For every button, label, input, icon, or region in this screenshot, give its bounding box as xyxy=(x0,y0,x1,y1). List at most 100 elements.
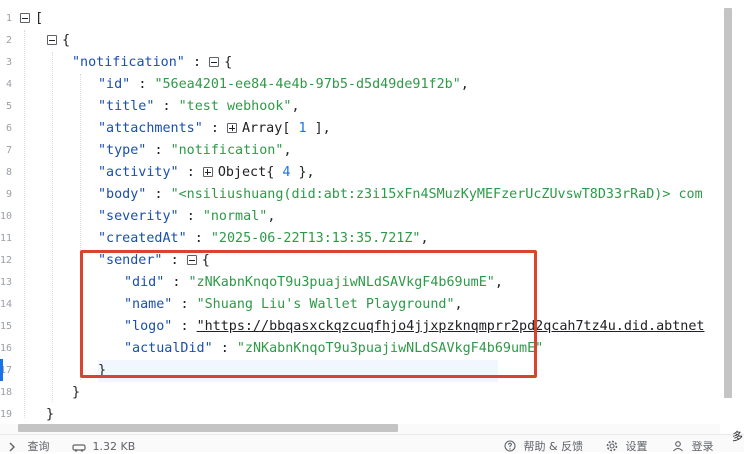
car-icon xyxy=(72,444,86,452)
comma: , xyxy=(306,165,315,180)
colon: : xyxy=(210,121,219,136)
json-key-attachments: "attachments" xyxy=(98,121,203,136)
status-bar: 查询 1.32 KB 帮助 & 反馈 设置 登录 xyxy=(0,434,744,453)
comma: , xyxy=(460,77,469,92)
line-number: 12 xyxy=(0,255,13,266)
json-key-notification: "notification" xyxy=(72,55,185,70)
json-editor[interactable]: 1 2 3 4 5 6 7 8 9 10 11 12 13 14 15 16 1… xyxy=(0,0,720,424)
colon: : xyxy=(154,143,163,158)
line-number: 13 xyxy=(0,277,13,288)
horizontal-scroll-thumb[interactable] xyxy=(18,424,398,432)
array-label: Array xyxy=(242,121,283,136)
line-number: 10 xyxy=(0,211,13,222)
collapse-toggle-icon[interactable] xyxy=(20,13,30,23)
active-line-indicator xyxy=(0,359,3,381)
line-number: 2 xyxy=(5,35,12,46)
code-line: "createdAt" : "2025-06-22T13:13:35.721Z"… xyxy=(98,228,429,250)
line-number: 9 xyxy=(5,189,12,200)
gear-icon xyxy=(606,440,618,452)
line-number: 4 xyxy=(5,79,12,90)
code-line: } xyxy=(72,382,80,404)
colon: : xyxy=(186,165,195,180)
colon: : xyxy=(186,209,195,224)
line-number: 19 xyxy=(0,409,13,420)
json-value-type: "notification" xyxy=(170,143,284,158)
line-number: 1 xyxy=(5,13,12,24)
line-number: 16 xyxy=(0,343,13,354)
chevron-right-icon xyxy=(9,442,15,452)
code-line: "id" : "56ea4201-ee84-4e4b-97b5-d5d49de9… xyxy=(98,74,469,96)
line-number: 7 xyxy=(5,145,12,156)
code-line: } xyxy=(46,404,54,424)
comma: , xyxy=(291,99,300,114)
json-key-createdat: "createdAt" xyxy=(98,231,187,246)
line-number: 5 xyxy=(5,101,12,112)
code-line: "type" : "notification", xyxy=(98,140,292,162)
help-circle-icon xyxy=(504,440,516,452)
collapse-toggle-icon[interactable] xyxy=(209,57,220,67)
code-line: "attachments" : Array[ 1 ], xyxy=(98,118,331,140)
code-line: "body" : "<nsiliushuang(did:abt:z3i15xFn… xyxy=(98,184,703,206)
user-icon xyxy=(673,441,683,452)
object-count: 4 xyxy=(282,165,291,180)
brace-close: } xyxy=(72,385,81,400)
indent-guide xyxy=(52,52,53,402)
line-number: 8 xyxy=(5,167,12,178)
comma: , xyxy=(322,121,331,136)
settings-label: 设置 xyxy=(625,440,648,453)
json-value-body: "<nsiliushuang(did:abt:z3i15xFn4SMuzKyME… xyxy=(170,187,703,202)
code-line: [ xyxy=(20,8,43,30)
brace-open: { xyxy=(224,55,233,70)
json-value-createdat: "2025-06-22T13:13:35.721Z" xyxy=(210,231,421,246)
vertical-scrollbar[interactable] xyxy=(720,0,744,424)
highlight-box xyxy=(80,250,537,378)
size-label: 1.32 KB xyxy=(92,440,136,453)
horizontal-scrollbar[interactable] xyxy=(0,424,720,434)
comma: , xyxy=(283,143,292,158)
help-label: 帮助 & 反馈 xyxy=(523,440,584,453)
bracket-close: ] xyxy=(314,121,323,136)
json-key-id: "id" xyxy=(98,77,131,92)
json-key-type: "type" xyxy=(98,143,147,158)
colon: : xyxy=(194,231,203,246)
json-key-severity: "severity" xyxy=(98,209,179,224)
line-number: 18 xyxy=(0,387,13,398)
expand-toggle-icon[interactable] xyxy=(202,167,213,177)
collapse-toggle-icon[interactable] xyxy=(47,35,57,45)
code-line: "notification" : { xyxy=(72,52,232,74)
line-number: 14 xyxy=(0,299,13,310)
line-number: 15 xyxy=(0,321,13,332)
code-line: "severity" : "normal", xyxy=(98,206,275,228)
bracket-open: [ xyxy=(35,11,44,26)
bracket-open: [ xyxy=(282,121,291,136)
json-key-body: "body" xyxy=(98,187,147,202)
brace-open: { xyxy=(62,33,71,48)
json-key-title: "title" xyxy=(98,99,155,114)
line-number: 6 xyxy=(5,123,12,134)
json-value-id: "56ea4201-ee84-4e4b-97b5-d5d49de91f2b" xyxy=(154,77,461,92)
comma: , xyxy=(420,231,429,246)
edge-text: 多 xyxy=(732,430,743,443)
colon: : xyxy=(154,187,163,202)
indent-guide xyxy=(24,30,25,418)
line-number: 3 xyxy=(5,57,12,68)
array-count: 1 xyxy=(298,121,307,136)
code-line: { xyxy=(47,30,70,52)
object-label: Object xyxy=(217,165,267,180)
code-line: "activity" : Object{ 4 }, xyxy=(98,162,315,184)
expand-toggle-icon[interactable] xyxy=(227,123,237,133)
vertical-scroll-thumb[interactable] xyxy=(724,8,732,398)
brace-close: } xyxy=(46,407,55,422)
code-line: "title" : "test webhook", xyxy=(98,96,300,118)
json-key-activity: "activity" xyxy=(98,165,179,180)
brace-close: } xyxy=(298,165,307,180)
json-value-severity: "normal" xyxy=(202,209,268,224)
colon: : xyxy=(138,77,147,92)
line-number: 11 xyxy=(0,233,13,244)
colon: : xyxy=(162,99,171,114)
colon: : xyxy=(192,55,201,70)
query-label: 查询 xyxy=(27,440,50,453)
json-value-title: "test webhook" xyxy=(178,99,292,114)
login-label: 登录 xyxy=(691,440,714,453)
brace-open: { xyxy=(266,165,275,180)
